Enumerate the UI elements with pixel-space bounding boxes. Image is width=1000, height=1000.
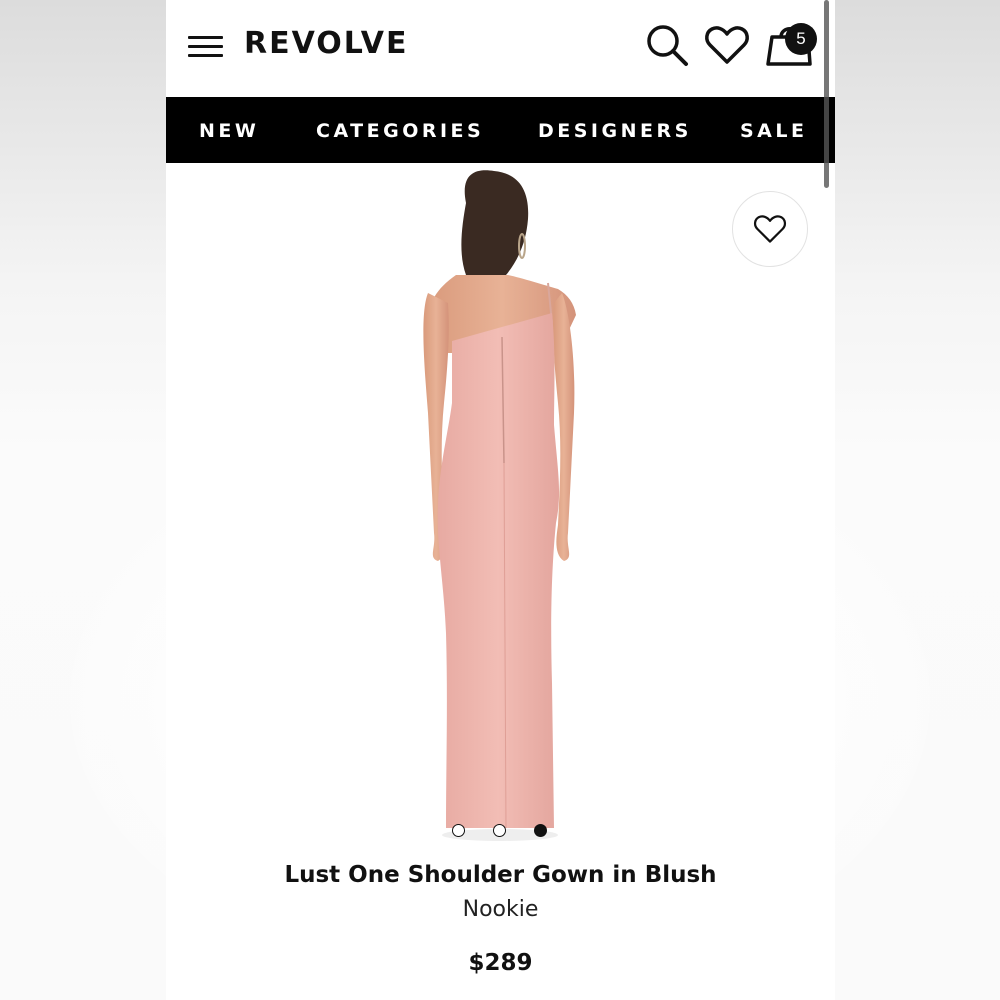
top-header: REVOLVE 5 [166, 0, 835, 97]
nav-item-categories[interactable]: CATEGORIES [316, 97, 484, 163]
category-nav-bar: NEW CATEGORIES DESIGNERS SALE [166, 97, 835, 163]
menu-icon-bar [188, 54, 223, 57]
image-carousel-indicators [451, 824, 551, 840]
cart-count-badge[interactable]: 5 [785, 23, 817, 55]
nav-item-new[interactable]: NEW [199, 97, 259, 163]
brand-logo[interactable]: REVOLVE [244, 26, 408, 61]
search-icon[interactable] [644, 22, 690, 68]
carousel-dot-3-active[interactable] [534, 824, 547, 837]
page-scrollbar[interactable] [824, 0, 829, 188]
nav-item-sale[interactable]: SALE [740, 97, 807, 163]
carousel-dot-2[interactable] [493, 824, 506, 837]
model-back-view-illustration [423, 170, 576, 841]
product-image[interactable] [166, 163, 835, 853]
menu-icon-bar [188, 45, 223, 48]
carousel-dot-1[interactable] [452, 824, 465, 837]
heart-icon [754, 215, 786, 243]
add-to-wishlist-button[interactable] [732, 191, 808, 267]
heart-icon[interactable] [704, 24, 750, 66]
product-brand[interactable]: Nookie [166, 897, 835, 922]
menu-icon[interactable] [188, 36, 224, 58]
nav-item-designers[interactable]: DESIGNERS [538, 97, 692, 163]
phone-screen: REVOLVE 5 NEW CATEGORIES DESIGNERS SALE [166, 0, 835, 1000]
product-name: Lust One Shoulder Gown in Blush [284, 862, 717, 888]
product-price: $289 [468, 950, 533, 976]
menu-icon-bar [188, 36, 223, 39]
